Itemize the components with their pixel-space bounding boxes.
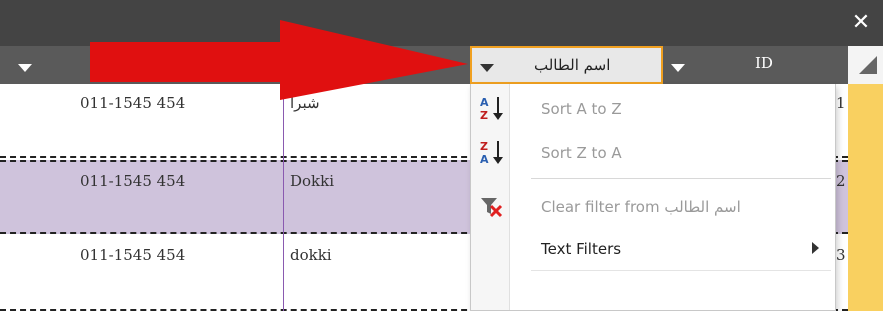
column-header-id[interactable]: ID <box>663 46 848 84</box>
sort-a-z-icon: A Z <box>480 96 503 122</box>
close-icon[interactable]: ✕ <box>847 6 875 38</box>
dropdown-arrow-icon[interactable] <box>480 64 494 72</box>
svg-text:A: A <box>480 96 489 109</box>
menu-item-label: Sort Z to A <box>541 144 622 162</box>
menu-item-label: Text Filters <box>541 240 622 258</box>
phone-cell[interactable]: 011-1545 454 <box>80 172 185 190</box>
menu-item-sort-a-z[interactable]: A Z Sort A to Z <box>471 88 835 128</box>
svg-text:Z: Z <box>480 109 488 122</box>
svg-text:A: A <box>480 153 489 166</box>
column-header-student-name[interactable]: اسم الطالب <box>470 46 663 84</box>
select-all-corner[interactable] <box>848 46 883 84</box>
menu-item-sort-z-a[interactable]: Z A Sort Z to A <box>471 132 835 172</box>
menu-separator <box>531 270 831 271</box>
city-cell[interactable]: dokki <box>290 246 332 264</box>
city-cell[interactable]: Dokki <box>290 172 334 190</box>
submenu-arrow-icon <box>812 242 819 254</box>
menu-item-label: Sort A to Z <box>541 100 622 118</box>
menu-item-clear-filter[interactable]: Clear filter from اسم الطالب <box>471 186 835 226</box>
id-cell[interactable]: 3 <box>836 246 846 264</box>
column-divider <box>283 84 284 311</box>
sort-z-a-icon: Z A <box>480 140 503 166</box>
corner-triangle-icon <box>859 56 877 74</box>
menu-item-label: Clear filter from اسم الطالب <box>541 198 741 216</box>
red-arrow-annotation <box>90 20 468 100</box>
filter-context-menu: A Z Sort A to Z Z A Sort Z to A Clear fi… <box>470 84 836 311</box>
menu-separator <box>531 178 831 179</box>
column-header-label: ID <box>755 54 773 72</box>
dropdown-arrow-icon[interactable] <box>671 64 685 72</box>
menu-item-text-filters[interactable]: Text Filters <box>471 228 835 268</box>
svg-text:Z: Z <box>480 140 488 153</box>
column-header-label: اسم الطالب <box>534 56 611 74</box>
row-selector-column[interactable] <box>848 84 883 311</box>
clear-filter-icon <box>481 198 503 218</box>
id-cell[interactable]: 2 <box>836 172 846 190</box>
phone-cell[interactable]: 011-1545 454 <box>80 246 185 264</box>
dropdown-arrow-icon[interactable] <box>18 64 32 72</box>
id-cell[interactable]: 1 <box>836 94 846 112</box>
